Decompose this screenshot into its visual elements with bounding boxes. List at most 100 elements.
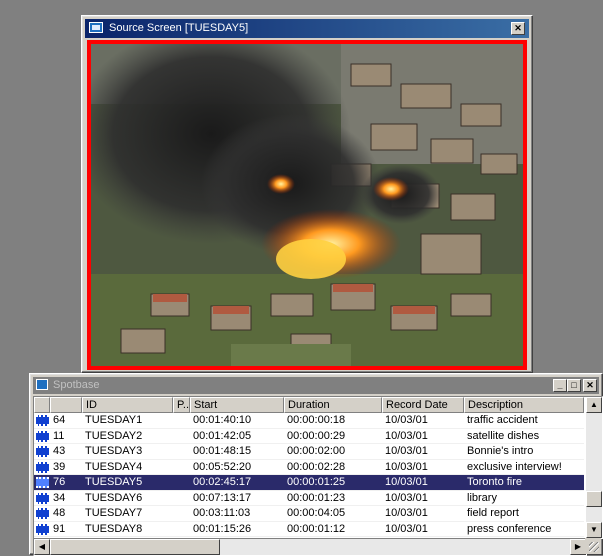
horizontal-scroll-thumb[interactable] — [50, 539, 220, 555]
close-button[interactable]: ✕ — [511, 22, 525, 35]
row-number: 64 — [50, 413, 82, 429]
table-row[interactable]: 64 TUESDAY1 00:01:40:10 00:00:00:18 10/0… — [34, 413, 584, 429]
maximize-button[interactable]: □ — [567, 379, 581, 392]
row-start: 00:07:13:17 — [190, 491, 284, 506]
scroll-left-button[interactable]: ◀ — [34, 539, 50, 555]
row-number: 11 — [50, 429, 82, 444]
column-header-number[interactable] — [50, 397, 82, 413]
grid-rows: 64 TUESDAY1 00:01:40:10 00:00:00:18 10/0… — [34, 413, 584, 537]
film-clip-icon — [34, 522, 50, 537]
row-p — [173, 460, 190, 475]
column-header-description[interactable]: Description — [464, 397, 584, 413]
source-video-frame[interactable] — [87, 40, 527, 370]
row-number: 91 — [50, 522, 82, 537]
film-clip-icon — [34, 475, 50, 491]
column-header-icon[interactable] — [34, 397, 50, 413]
source-screen-window: Source Screen [TUESDAY5] ✕ — [81, 15, 533, 373]
window-icon — [36, 379, 48, 390]
row-description: field report — [464, 506, 584, 522]
row-id: TUESDAY1 — [82, 413, 173, 429]
row-p — [173, 413, 190, 429]
spot-grid: ID P.. Start Duration Record Date Descri… — [33, 396, 603, 539]
row-description: traffic accident — [464, 413, 584, 429]
row-p — [173, 475, 190, 491]
table-row[interactable]: 48 TUESDAY7 00:03:11:03 00:00:04:05 10/0… — [34, 506, 584, 522]
row-start: 00:01:48:15 — [190, 444, 284, 460]
row-p — [173, 429, 190, 444]
row-record-date: 10/03/01 — [382, 522, 464, 537]
row-id: TUESDAY4 — [82, 460, 173, 475]
horizontal-scrollbar[interactable]: ◀ ▶ — [33, 538, 587, 556]
row-start: 00:01:40:10 — [190, 413, 284, 429]
row-description: library — [464, 491, 584, 506]
row-record-date: 10/03/01 — [382, 475, 464, 491]
column-header-start[interactable]: Start — [190, 397, 284, 413]
film-clip-icon — [34, 444, 50, 460]
table-row[interactable]: 43 TUESDAY3 00:01:48:15 00:00:02:00 10/0… — [34, 444, 584, 460]
close-button[interactable]: ✕ — [583, 379, 597, 392]
row-start: 00:01:42:05 — [190, 429, 284, 444]
row-duration: 00:00:01:25 — [284, 475, 382, 491]
minimize-button[interactable]: _ — [553, 379, 567, 392]
column-header-record-date[interactable]: Record Date — [382, 397, 464, 413]
monitor-icon — [89, 22, 103, 33]
vertical-scrollbar[interactable]: ▲ ▼ — [586, 397, 602, 538]
row-record-date: 10/03/01 — [382, 491, 464, 506]
row-number: 76 — [50, 475, 82, 491]
row-duration: 00:00:00:18 — [284, 413, 382, 429]
table-row[interactable]: 11 TUESDAY2 00:01:42:05 00:00:00:29 10/0… — [34, 429, 584, 444]
column-header-p[interactable]: P.. — [173, 397, 190, 413]
row-start: 00:02:45:17 — [190, 475, 284, 491]
row-record-date: 10/03/01 — [382, 444, 464, 460]
table-row[interactable]: 91 TUESDAY8 00:01:15:26 00:00:01:12 10/0… — [34, 522, 584, 537]
film-clip-icon — [34, 491, 50, 506]
row-duration: 00:00:04:05 — [284, 506, 382, 522]
row-id: TUESDAY6 — [82, 491, 173, 506]
film-clip-icon — [34, 429, 50, 444]
table-row[interactable]: 34 TUESDAY6 00:07:13:17 00:00:01:23 10/0… — [34, 491, 584, 506]
row-id: TUESDAY5 — [82, 475, 173, 491]
row-id: TUESDAY3 — [82, 444, 173, 460]
row-p — [173, 506, 190, 522]
row-duration: 00:00:02:00 — [284, 444, 382, 460]
resize-grip[interactable] — [585, 538, 601, 554]
row-record-date: 10/03/01 — [382, 413, 464, 429]
column-header-duration[interactable]: Duration — [284, 397, 382, 413]
row-duration: 00:00:01:23 — [284, 491, 382, 506]
vertical-scroll-thumb[interactable] — [586, 491, 602, 507]
row-start: 00:05:52:20 — [190, 460, 284, 475]
scroll-up-button[interactable]: ▲ — [586, 397, 602, 413]
video-still-image — [91, 44, 523, 366]
row-description: exclusive interview! — [464, 460, 584, 475]
row-p — [173, 491, 190, 506]
table-row[interactable]: 39 TUESDAY4 00:05:52:20 00:00:02:28 10/0… — [34, 460, 584, 475]
row-duration: 00:00:02:28 — [284, 460, 382, 475]
row-id: TUESDAY7 — [82, 506, 173, 522]
row-record-date: 10/03/01 — [382, 460, 464, 475]
row-description: Bonnie's intro — [464, 444, 584, 460]
row-record-date: 10/03/01 — [382, 506, 464, 522]
spotbase-title: Spotbase — [53, 379, 100, 391]
film-clip-icon — [34, 413, 50, 429]
row-description: press conference — [464, 522, 584, 537]
row-p — [173, 444, 190, 460]
row-description: Toronto fire — [464, 475, 584, 491]
row-id: TUESDAY8 — [82, 522, 173, 537]
row-number: 43 — [50, 444, 82, 460]
film-clip-icon — [34, 460, 50, 475]
film-clip-icon — [34, 506, 50, 522]
scroll-down-button[interactable]: ▼ — [586, 522, 602, 538]
source-screen-titlebar[interactable]: Source Screen [TUESDAY5] ✕ — [85, 19, 529, 38]
table-row-selected[interactable]: 76 TUESDAY5 00:02:45:17 00:00:01:25 10/0… — [34, 475, 584, 491]
source-screen-title: Source Screen [TUESDAY5] — [109, 22, 249, 34]
column-header-id[interactable]: ID — [82, 397, 173, 413]
row-record-date: 10/03/01 — [382, 429, 464, 444]
row-start: 00:03:11:03 — [190, 506, 284, 522]
row-number: 48 — [50, 506, 82, 522]
row-number: 34 — [50, 491, 82, 506]
scroll-right-button[interactable]: ▶ — [570, 539, 586, 555]
row-number: 39 — [50, 460, 82, 475]
row-start: 00:01:15:26 — [190, 522, 284, 537]
spotbase-window: Spotbase _ □ ✕ ID P.. Start Duration Rec… — [29, 373, 603, 556]
spotbase-titlebar[interactable]: Spotbase _ □ ✕ — [33, 377, 599, 394]
